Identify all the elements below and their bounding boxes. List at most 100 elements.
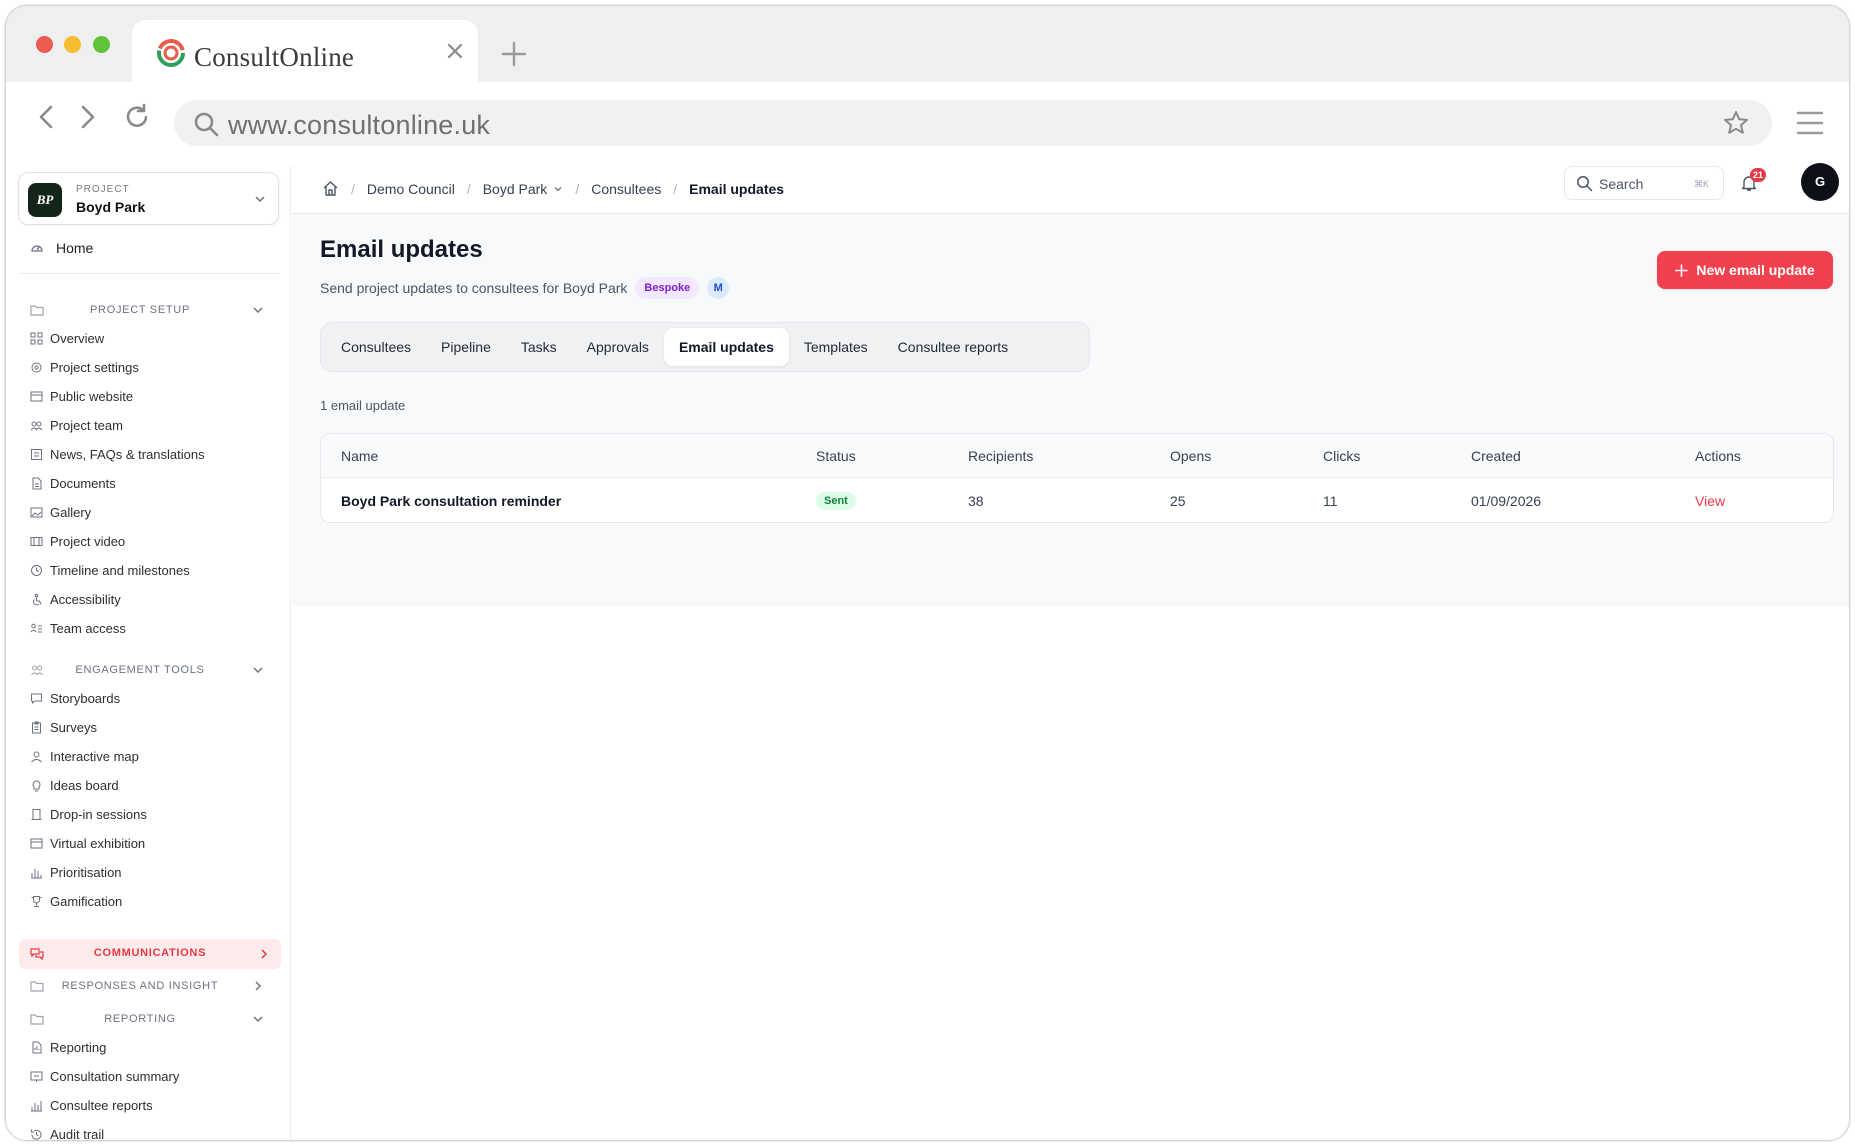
section-reporting[interactable]: REPORTING [30, 1009, 274, 1029]
document-icon [32, 477, 42, 489]
sidebar-item-public-website[interactable]: Public website [30, 387, 133, 405]
tab-consultees[interactable]: Consultees [326, 328, 426, 366]
section-communications[interactable]: COMMUNICATIONS [19, 939, 281, 969]
sidebar-item-gamification[interactable]: Gamification [30, 892, 122, 910]
sidebar-item-label: Drop-in sessions [50, 806, 147, 822]
minimize-window-button[interactable] [64, 36, 81, 53]
section-title: REPORTING [104, 1013, 176, 1025]
section-responses-insight[interactable]: RESPONSES AND INSIGHT [30, 976, 274, 996]
plus-icon[interactable] [500, 40, 528, 68]
tab-consultee-reports[interactable]: Consultee reports [883, 328, 1024, 366]
back-icon[interactable] [32, 102, 62, 132]
page-title: Email updates [320, 236, 483, 263]
breadcrumb-consultees[interactable]: Consultees [591, 181, 661, 197]
breadcrumb-boyd-park[interactable]: Boyd Park [483, 181, 548, 197]
browser-icon [30, 391, 43, 401]
sidebar-item-reporting[interactable]: Reporting [30, 1038, 106, 1056]
sidebar-item-team-access[interactable]: Team access [30, 619, 126, 637]
project-switcher[interactable]: BP PROJECT Boyd Park [18, 172, 279, 225]
top-bar: / Demo Council / Boyd Park / Consultees … [292, 163, 1849, 214]
tab-email-updates[interactable]: Email updates [663, 328, 789, 366]
cell-status: Sent [816, 478, 856, 522]
sidebar-item-storyboards[interactable]: Storyboards [30, 689, 120, 707]
sidebar-item-label: Documents [50, 475, 116, 491]
tab-templates[interactable]: Templates [789, 328, 883, 366]
avatar[interactable]: G [1801, 163, 1839, 201]
gear-icon [31, 362, 42, 372]
sidebar-item-news-faqs[interactable]: News, FAQs & translations [30, 445, 205, 463]
chevron-right-icon [261, 949, 268, 959]
email-updates-table: Name Status Recipients Opens Clicks Crea… [320, 433, 1834, 523]
cell-name: Boyd Park consultation reminder [341, 493, 562, 509]
sidebar-item-label: Storyboards [50, 690, 121, 706]
tab-approvals[interactable]: Approvals [572, 328, 664, 366]
section-title: PROJECT SETUP [90, 304, 190, 316]
sidebar-item-home[interactable]: Home [30, 238, 93, 258]
bespoke-badge: Bespoke [635, 277, 700, 299]
lightbulb-icon [32, 780, 41, 791]
home-icon[interactable] [322, 180, 339, 197]
breadcrumb-separator: / [466, 180, 471, 197]
sidebar-item-label: Project settings [50, 359, 139, 375]
sidebar-item-project-settings[interactable]: Project settings [30, 358, 139, 376]
chevron-down-icon [253, 667, 263, 674]
url-bar[interactable]: www.consultonline.uk [174, 100, 1772, 146]
section-project-setup[interactable]: PROJECT SETUP [30, 300, 274, 320]
star-icon[interactable] [1722, 109, 1750, 137]
sidebar-item-label: Timeline and milestones [50, 562, 190, 578]
project-name: Boyd Park [76, 199, 146, 215]
tab-pipeline[interactable]: Pipeline [426, 328, 506, 366]
sidebar-item-accessibility[interactable]: Accessibility [30, 590, 121, 608]
chevron-down-icon [255, 196, 265, 203]
bar-chart-icon [31, 1100, 42, 1111]
sidebar-item-label: Surveys [50, 719, 97, 735]
breadcrumb-demo-council[interactable]: Demo Council [367, 181, 455, 197]
reload-icon[interactable] [122, 102, 152, 132]
sidebar-item-project-video[interactable]: Project video [30, 532, 125, 550]
sidebar-item-project-team[interactable]: Project team [30, 416, 123, 434]
browser-tab[interactable]: ConsultOnline [132, 20, 478, 84]
sidebar-item-overview[interactable]: Overview [30, 329, 104, 347]
sidebar-item-ideas-board[interactable]: Ideas board [30, 776, 119, 794]
column-header-created: Created [1471, 447, 1521, 464]
sidebar-item-consultee-reports[interactable]: Consultee reports [30, 1096, 153, 1114]
section-engagement-tools[interactable]: ENGAGEMENT TOOLS [30, 660, 274, 680]
new-email-update-button[interactable]: New email update [1657, 251, 1833, 289]
table-row[interactable]: Boyd Park consultation reminder Sent 38 … [321, 478, 1833, 522]
sidebar-item-label: Project team [50, 417, 123, 433]
status-badge: Sent [816, 492, 856, 510]
sidebar-item-timeline[interactable]: Timeline and milestones [30, 561, 190, 579]
sidebar-item-label: Gamification [50, 893, 123, 909]
sidebar-item-drop-in-sessions[interactable]: Drop-in sessions [30, 805, 147, 823]
divider [18, 273, 280, 274]
m-badge: M [707, 277, 730, 299]
menu-icon[interactable] [1796, 110, 1824, 136]
chevron-down-icon[interactable] [553, 184, 563, 194]
browser-tab-bar: ConsultOnline [6, 6, 1849, 84]
sidebar-item-prioritisation[interactable]: Prioritisation [30, 863, 122, 881]
chevron-down-icon [253, 1016, 263, 1023]
sidebar-item-interactive-map[interactable]: Interactive map [30, 747, 139, 765]
history-icon [31, 1129, 42, 1140]
view-link[interactable]: View [1695, 493, 1725, 509]
sidebar-item-label: News, FAQs & translations [50, 446, 205, 462]
close-window-button[interactable] [36, 36, 53, 53]
report-icon [32, 1041, 42, 1053]
sidebar-item-surveys[interactable]: Surveys [30, 718, 97, 736]
sidebar-item-documents[interactable]: Documents [30, 474, 116, 492]
sidebar-item-gallery[interactable]: Gallery [30, 503, 91, 521]
forward-icon[interactable] [72, 102, 102, 132]
sidebar-item-audit-trail[interactable]: Audit trail [30, 1125, 104, 1140]
browser-window: ConsultOnline www.consultonline.uk BP PR… [5, 5, 1850, 1141]
search-input[interactable]: Search ⌘K [1564, 166, 1724, 200]
project-avatar: BP [28, 183, 62, 217]
column-header-opens: Opens [1170, 447, 1212, 464]
sidebar-item-consultation-summary[interactable]: Consultation summary [30, 1067, 179, 1085]
sidebar-item-virtual-exhibition[interactable]: Virtual exhibition [30, 834, 145, 852]
maximize-window-button[interactable] [93, 36, 110, 53]
close-icon[interactable] [446, 42, 464, 60]
page-content: Email updates Send project updates to co… [292, 214, 1849, 606]
new-email-update-label: New email update [1696, 262, 1815, 278]
column-header-name: Name [341, 447, 379, 464]
tab-tasks[interactable]: Tasks [506, 328, 572, 366]
